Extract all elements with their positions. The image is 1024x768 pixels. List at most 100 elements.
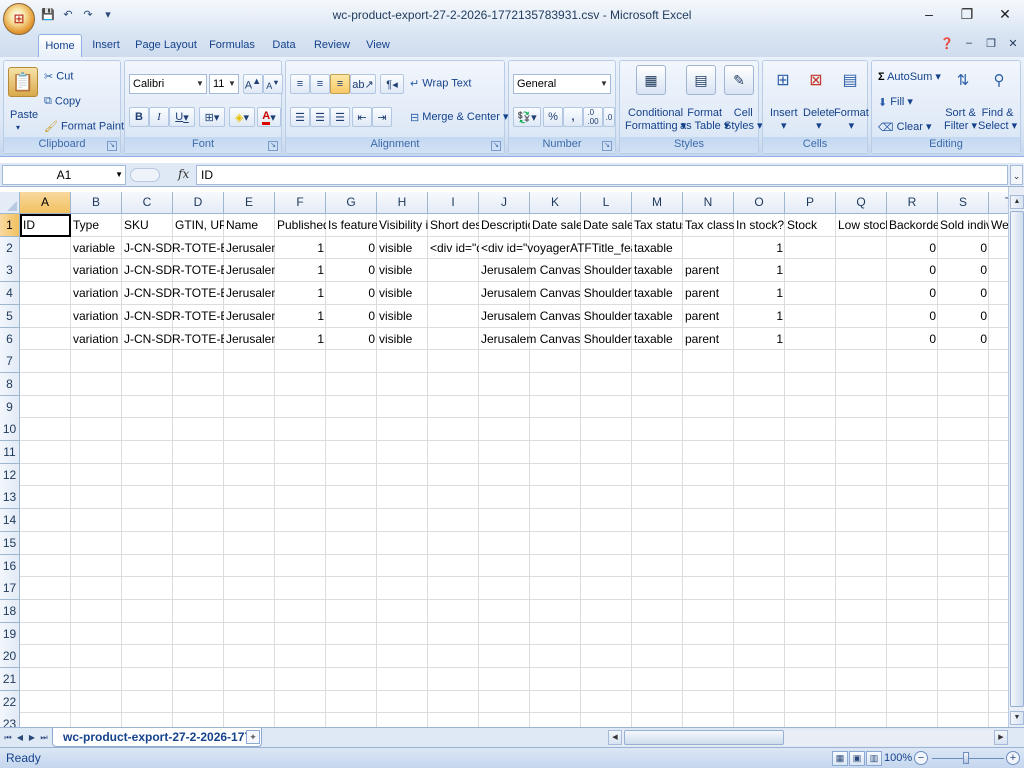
vertical-scrollbar[interactable]: ▲ ▼ [1008, 187, 1024, 727]
vertical-scroll-thumb[interactable] [1010, 211, 1024, 707]
cell-f4[interactable]: 1 [275, 282, 326, 305]
borders-button[interactable]: ⊞ ▾ [199, 107, 225, 127]
cell-b2[interactable]: variable [71, 237, 122, 260]
cell-m3[interactable]: taxable [632, 259, 683, 282]
merge-center-button[interactable]: ⊟ Merge & Center ▾ [410, 110, 509, 124]
office-button[interactable]: ⊞ [3, 3, 35, 35]
cell-o5[interactable]: 1 [734, 305, 785, 328]
formula-input[interactable]: ID [196, 165, 1008, 185]
workbook-close-icon[interactable]: ✕ [1006, 36, 1020, 50]
row-header-15[interactable]: 15 [0, 531, 20, 555]
page-break-view-icon[interactable]: ▥ [866, 751, 882, 766]
row-header-1[interactable]: 1 [0, 214, 20, 237]
cell-f3[interactable]: 1 [275, 259, 326, 282]
underline-button[interactable]: U ▾ [169, 107, 195, 127]
decrease-decimal-button[interactable]: .0 [603, 107, 615, 127]
cell-s2[interactable]: 0 [938, 237, 989, 260]
row-header-17[interactable]: 17 [0, 577, 20, 601]
workbook-restore-icon[interactable]: ❐ [984, 36, 998, 50]
zoom-slider-knob[interactable] [963, 752, 969, 764]
column-header-i[interactable]: I [428, 192, 479, 214]
row-header-12[interactable]: 12 [0, 463, 20, 487]
clipboard-launcher-icon[interactable]: ↘ [107, 141, 117, 151]
cell-h4[interactable]: visible [377, 282, 479, 305]
cell-i1[interactable]: Short desc [428, 214, 479, 237]
formula-bar-splitter[interactable] [130, 168, 160, 182]
wrap-text-button[interactable]: ↵ Wrap Text [410, 77, 471, 90]
cell-k1[interactable]: Date sale [530, 214, 581, 237]
cell-e1[interactable]: Name [224, 214, 275, 237]
cell-h3[interactable]: visible [377, 259, 479, 282]
bottom-align-button[interactable]: ≡ [330, 74, 350, 94]
cell-f5[interactable]: 1 [275, 305, 326, 328]
accounting-format-button[interactable]: 💱 ▾ [513, 107, 541, 127]
tab-page-layout[interactable]: Page Layout [134, 34, 198, 57]
sheet-tab-active[interactable]: wc-product-export-27-2-2026-177 [52, 728, 263, 747]
fill-color-button[interactable]: ◈ ▾ [229, 107, 255, 127]
column-header-k[interactable]: K [530, 192, 581, 214]
format-cells-button[interactable]: Format ▾ [834, 107, 869, 133]
cell-c4[interactable]: J-CN-SDR-TOTE-BAG [122, 282, 224, 305]
scroll-up-icon[interactable]: ▲ [1010, 195, 1024, 209]
cell-t1[interactable]: We [989, 214, 1008, 237]
italic-button[interactable]: I [149, 107, 169, 127]
cell-e2[interactable]: Jerusalem [224, 237, 275, 260]
bold-button[interactable]: B [129, 107, 149, 127]
insert-sheet-icon[interactable]: ✦ [246, 730, 260, 744]
cell-s5[interactable]: 0 [938, 305, 989, 328]
cell-e5[interactable]: Jerusalem [224, 305, 275, 328]
format-as-table-button[interactable]: Format as Table ▾ [680, 107, 729, 133]
cell-b3[interactable]: variation [71, 259, 122, 282]
cell-d1[interactable]: GTIN, UPC [173, 214, 224, 237]
cell-s1[interactable]: Sold indiv [938, 214, 989, 237]
row-header-21[interactable]: 21 [0, 668, 20, 691]
grow-font-button[interactable]: A▲ [243, 74, 263, 94]
cell-f2[interactable]: 1 [275, 237, 326, 260]
cell-j5[interactable]: Jerusalem Canvas Shoulder Tot [479, 305, 632, 328]
cell-b5[interactable]: variation [71, 305, 122, 328]
percent-button[interactable]: % [543, 107, 563, 127]
row-header-9[interactable]: 9 [0, 395, 20, 419]
column-header-e[interactable]: E [224, 192, 275, 214]
row-header-11[interactable]: 11 [0, 441, 20, 464]
cell-o4[interactable]: 1 [734, 282, 785, 305]
column-header-d[interactable]: D [173, 192, 224, 214]
fill-button[interactable]: ⬇ Fill ▾ [878, 95, 913, 109]
format-cells-icon[interactable]: ▤ [835, 65, 865, 95]
prev-sheet-icon[interactable]: ◀ [14, 731, 26, 745]
cell-c2[interactable]: J-CN-SDR-TOTE-BAG [122, 237, 224, 260]
cell-c3[interactable]: J-CN-SDR-TOTE-BAG [122, 259, 224, 282]
page-layout-view-icon[interactable]: ▣ [849, 751, 865, 766]
delete-cells-button[interactable]: Delete ▾ [803, 107, 835, 133]
font-color-button[interactable]: A ▾ [257, 107, 281, 127]
cell-a1[interactable]: ID [20, 214, 71, 237]
cell-c6[interactable]: J-CN-SDR-TOTE-BAG [122, 328, 224, 351]
cell-e3[interactable]: Jerusalem [224, 259, 275, 282]
select-all-button[interactable] [0, 192, 20, 214]
shrink-font-button[interactable]: A▼ [263, 74, 283, 94]
font-launcher-icon[interactable]: ↘ [268, 141, 278, 151]
orientation-button[interactable]: ab↗ [350, 74, 376, 94]
row-header-3[interactable]: 3 [0, 259, 20, 283]
font-name-combo[interactable]: Calibri ▼ [129, 74, 207, 94]
column-header-o[interactable]: O [734, 192, 785, 214]
cell-n4[interactable]: parent [683, 282, 734, 305]
cell-styles-icon[interactable]: ✎ [724, 65, 754, 95]
cell-h1[interactable]: Visibility i [377, 214, 428, 237]
delete-cells-icon[interactable]: ⊠ [801, 65, 831, 95]
row-header-20[interactable]: 20 [0, 645, 20, 669]
cell-e4[interactable]: Jerusalem [224, 282, 275, 305]
conditional-formatting-button[interactable]: Conditional Formatting ▾ [625, 107, 686, 133]
format-as-table-icon[interactable]: ▤ [686, 65, 716, 95]
paste-button[interactable]: Paste [10, 109, 38, 121]
cell-n5[interactable]: parent [683, 305, 734, 328]
expand-formula-bar-icon[interactable]: ⌄ [1010, 165, 1023, 185]
cell-g5[interactable]: 0 [326, 305, 377, 328]
column-header-b[interactable]: B [71, 192, 122, 214]
column-header-n[interactable]: N [683, 192, 734, 214]
restore-button[interactable]: ❐ [948, 4, 986, 24]
cell-g4[interactable]: 0 [326, 282, 377, 305]
row-header-6[interactable]: 6 [0, 327, 20, 351]
paste-icon[interactable]: 📋 [8, 67, 38, 97]
row-header-18[interactable]: 18 [0, 599, 20, 623]
